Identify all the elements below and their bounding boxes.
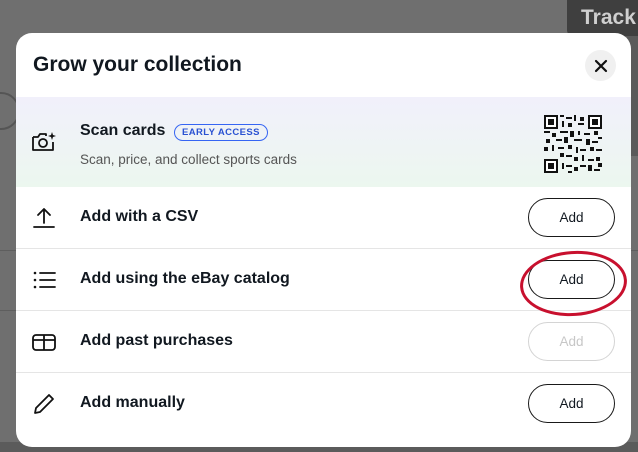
- upload-icon: [33, 208, 55, 228]
- option-row-csv: Add with a CSV Add: [16, 187, 631, 249]
- close-button[interactable]: [585, 50, 616, 81]
- background-tracker-label: Track: [567, 0, 638, 36]
- add-manually-button[interactable]: Add: [528, 384, 615, 423]
- option-label: Add using the eBay catalog: [80, 270, 290, 287]
- grow-collection-dialog: Grow your collection Scan cards EARLY AC…: [16, 33, 631, 447]
- camera-sparkle-icon: [32, 132, 56, 151]
- option-row-ebay-catalog: Add using the eBay catalog Add: [16, 249, 631, 311]
- option-label: Add manually: [80, 394, 185, 411]
- background-divider: [0, 250, 16, 251]
- background-divider: [0, 310, 16, 311]
- scan-cards-row[interactable]: Scan cards EARLY ACCESS Scan, price, and…: [16, 97, 631, 187]
- list-icon: [33, 271, 56, 289]
- scan-cards-title: Scan cards: [80, 122, 166, 139]
- option-label: Add past purchases: [80, 332, 233, 349]
- option-row-past-purchases: Add past purchases Add: [16, 311, 631, 373]
- pencil-icon: [34, 394, 54, 414]
- background-divider: [631, 250, 638, 251]
- dialog-title: Grow your collection: [33, 53, 242, 76]
- close-icon: [594, 59, 607, 72]
- qr-code: [544, 115, 602, 173]
- add-past-purchases-button[interactable]: Add: [528, 322, 615, 361]
- package-icon: [32, 334, 56, 351]
- dialog-header: Grow your collection: [16, 33, 631, 97]
- option-label: Add with a CSV: [80, 208, 199, 225]
- add-ebay-catalog-button[interactable]: Add: [528, 260, 615, 299]
- early-access-badge: EARLY ACCESS: [174, 124, 268, 141]
- add-csv-button[interactable]: Add: [528, 198, 615, 237]
- option-row-manual: Add manually Add: [16, 373, 631, 435]
- scan-cards-subtitle: Scan, price, and collect sports cards: [80, 152, 297, 167]
